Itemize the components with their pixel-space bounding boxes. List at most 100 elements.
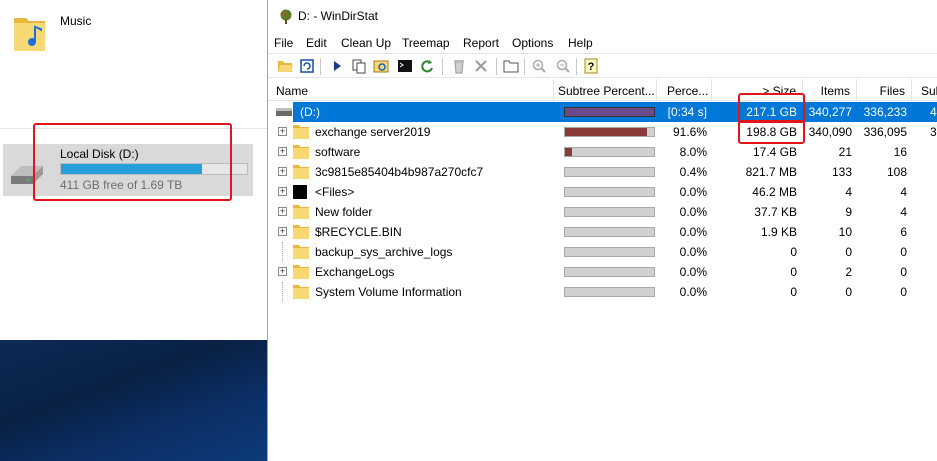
desktop-background [0, 340, 267, 461]
refresh-icon[interactable] [298, 57, 316, 75]
svg-text:?: ? [588, 61, 595, 73]
subtree-percent-fill [565, 128, 647, 136]
menu-help[interactable]: Help [568, 36, 593, 50]
command-prompt-icon[interactable] [396, 57, 414, 75]
menu-file[interactable]: File [274, 36, 293, 50]
file-explorer-panel: Music Local Disk (D:) 411 GB free of 1.6… [0, 0, 267, 461]
disk-usage-fill [61, 164, 203, 174]
row-name: $RECYCLE.BIN [315, 225, 402, 239]
row-name: exchange server2019 [315, 125, 431, 139]
subtree-percent-bar [564, 267, 655, 277]
new-folder-icon[interactable] [502, 57, 520, 75]
drive-root-row[interactable]: (D:) [0:34 s] 217.1 GB 340,277 336,233 4 [268, 102, 937, 122]
row-subdirs: 3 [930, 125, 937, 139]
folder-icon [293, 265, 309, 279]
zoom-in-icon[interactable] [530, 57, 548, 75]
row-percent: 0.0% [679, 245, 707, 259]
column-header-items[interactable]: Items [803, 79, 857, 101]
title-bar[interactable]: D: - WinDirStat [268, 0, 937, 32]
row-items: 10 [838, 225, 852, 239]
column-header-size[interactable]: > Size [712, 79, 803, 101]
music-folder-icon [14, 18, 45, 51]
table-row[interactable]: + $RECYCLE.BIN 0.0% 1.9 KB 10 6 [268, 222, 937, 242]
row-items: 133 [831, 165, 852, 179]
row-size: 198.8 GB [746, 125, 797, 139]
column-header-subdirs[interactable]: Sub [912, 79, 937, 101]
table-row[interactable]: + exchange server2019 91.6% 198.8 GB 340,090… [268, 122, 937, 142]
table-row[interactable]: + software 8.0% 17.4 GB 21 16 [268, 142, 937, 162]
refresh-selected-icon[interactable] [418, 57, 436, 75]
expand-toggle[interactable]: + [278, 147, 287, 156]
expand-toggle[interactable]: + [278, 127, 287, 136]
row-percent: 0.0% [679, 285, 707, 299]
toolbar-separator [576, 58, 577, 75]
menu-options[interactable]: Options [512, 36, 553, 50]
row-size: 0 [790, 265, 797, 279]
row-files: 336,095 [863, 125, 907, 139]
menu-report[interactable]: Report [463, 36, 499, 50]
expand-toggle[interactable]: + [278, 267, 287, 276]
row-items: 9 [845, 205, 852, 219]
menu-edit[interactable]: Edit [306, 36, 327, 50]
local-disk-item[interactable]: Local Disk (D:) 411 GB free of 1.69 TB [3, 144, 253, 196]
folder-icon [293, 285, 309, 299]
row-size: 0 [790, 285, 797, 299]
open-folder-icon[interactable] [276, 57, 294, 75]
help-icon[interactable]: ? [582, 57, 600, 75]
subtree-percent-bar [564, 247, 655, 257]
windirstat-window: D: - WinDirStat File Edit Clean Up Treem… [267, 0, 937, 461]
expand-toggle[interactable]: + [278, 187, 287, 196]
column-header-name[interactable]: Name [268, 79, 554, 101]
tree-icon [280, 9, 292, 24]
expand-toggle[interactable]: + [278, 227, 287, 236]
zoom-out-icon[interactable] [554, 57, 572, 75]
menu-clean-up[interactable]: Clean Up [341, 36, 391, 50]
subtree-percent-bar [564, 227, 655, 237]
row-items: 0 [845, 285, 852, 299]
folder-icon [293, 165, 309, 179]
row-size: 37.7 KB [754, 205, 797, 219]
menu-treemap[interactable]: Treemap [402, 36, 450, 50]
table-row[interactable]: backup_sys_archive_logs 0.0% 0 0 0 [268, 242, 937, 262]
table-row[interactable]: +3c9815e85404b4b987a270cfc7 0.4% 821.7 MB 1… [268, 162, 937, 182]
column-header-percent[interactable]: Perce... [657, 79, 712, 101]
row-files: 108 [886, 165, 907, 179]
row-files: 0 [900, 265, 907, 279]
recycle-bin-icon[interactable] [450, 57, 468, 75]
column-header-subtree[interactable]: Subtree Percent... [554, 79, 657, 101]
delete-icon[interactable] [472, 57, 490, 75]
row-items: 340,277 [808, 105, 852, 119]
row-percent: [0:34 s] [667, 105, 707, 119]
expand-toggle[interactable]: + [278, 207, 287, 216]
table-row[interactable]: + <Files> 0.0% 46.2 MB 4 4 [268, 182, 937, 202]
row-files: 6 [900, 225, 907, 239]
divider [0, 128, 267, 129]
folder-icon [293, 225, 309, 239]
row-files: 0 [900, 245, 907, 259]
copy-icon[interactable] [350, 57, 368, 75]
row-name: <Files> [315, 185, 355, 199]
play-icon[interactable] [328, 57, 346, 75]
music-folder-item[interactable]: Music [12, 8, 152, 58]
window-title: D: - WinDirStat [298, 9, 379, 23]
row-items: 4 [845, 185, 852, 199]
disk-name: Local Disk (D:) [60, 147, 139, 161]
table-row[interactable]: + New folder 0.0% 37.7 KB 9 4 [268, 202, 937, 222]
folder-icon [293, 125, 309, 139]
row-name: backup_sys_archive_logs [315, 245, 453, 259]
expand-toggle[interactable]: + [278, 167, 287, 176]
column-header-files[interactable]: Files [857, 79, 912, 101]
row-size: 46.2 MB [752, 185, 797, 199]
row-size: 217.1 GB [746, 105, 797, 119]
subtree-percent-bar [564, 147, 655, 157]
subtree-percent-bar [564, 167, 655, 177]
list-header: Name Subtree Percent... Perce... > Size … [268, 79, 937, 101]
row-size: 17.4 GB [752, 145, 797, 159]
row-percent: 0.0% [679, 185, 707, 199]
explorer-icon[interactable] [372, 57, 390, 75]
table-row[interactable]: System Volume Information 0.0% 0 0 0 [268, 282, 937, 302]
row-name: System Volume Information [315, 285, 462, 299]
row-items: 2 [845, 265, 852, 279]
row-percent: 0.4% [679, 165, 707, 179]
table-row[interactable]: + ExchangeLogs 0.0% 0 2 0 [268, 262, 937, 282]
